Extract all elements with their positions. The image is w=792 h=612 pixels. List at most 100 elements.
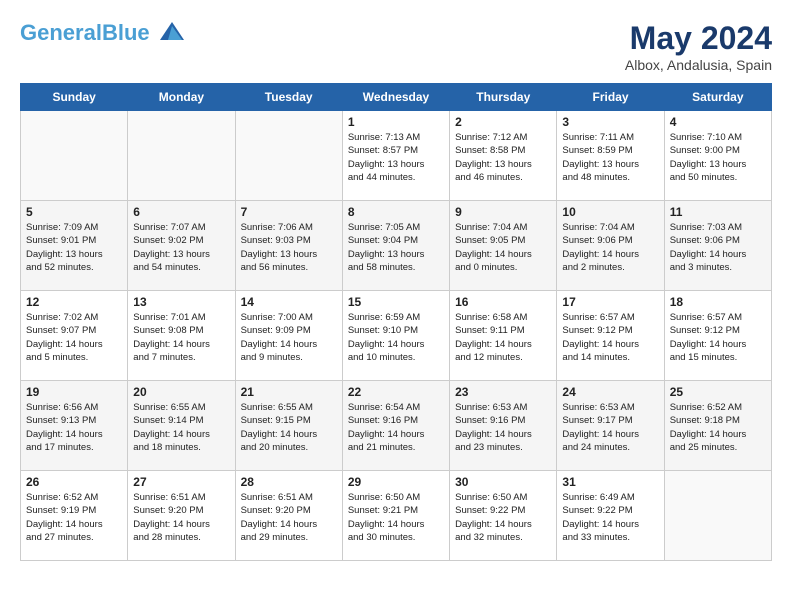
calendar-week-5: 26 Sunrise: 6:52 AMSunset: 9:19 PMDayligh… <box>21 471 772 561</box>
title-block: May 2024 Albox, Andalusia, Spain <box>625 20 772 73</box>
logo-text: GeneralBlue <box>20 20 186 48</box>
calendar-cell: 17 Sunrise: 6:57 AMSunset: 9:12 PMDayligh… <box>557 291 664 381</box>
calendar-cell: 15 Sunrise: 6:59 AMSunset: 9:10 PMDayligh… <box>342 291 449 381</box>
calendar-cell: 11Sunrise: 7:03 AMSunset: 9:06 PMDayligh… <box>664 201 771 291</box>
day-number: 8 <box>348 205 444 219</box>
day-number: 31 <box>562 475 658 489</box>
cell-content: Sunrise: 6:54 AMSunset: 9:16 PMDaylight:… <box>348 401 444 454</box>
calendar-cell: 14 Sunrise: 7:00 AMSunset: 9:09 PMDayligh… <box>235 291 342 381</box>
day-number: 18 <box>670 295 766 309</box>
day-number: 13 <box>133 295 229 309</box>
day-number: 3 <box>562 115 658 129</box>
day-number: 30 <box>455 475 551 489</box>
cell-content: Sunrise: 6:50 AMSunset: 9:22 PMDaylight:… <box>455 491 551 544</box>
calendar-cell: 7 Sunrise: 7:06 AMSunset: 9:03 PMDaylight… <box>235 201 342 291</box>
calendar-cell: 2 Sunrise: 7:12 AMSunset: 8:58 PMDaylight… <box>450 111 557 201</box>
calendar-cell: 12 Sunrise: 7:02 AMSunset: 9:07 PMDayligh… <box>21 291 128 381</box>
calendar-cell: 22 Sunrise: 6:54 AMSunset: 9:16 PMDayligh… <box>342 381 449 471</box>
calendar-header: SundayMondayTuesdayWednesdayThursdayFrid… <box>21 84 772 111</box>
calendar-cell: 31 Sunrise: 6:49 AMSunset: 9:22 PMDayligh… <box>557 471 664 561</box>
calendar-week-3: 12 Sunrise: 7:02 AMSunset: 9:07 PMDayligh… <box>21 291 772 381</box>
cell-content: Sunrise: 7:00 AMSunset: 9:09 PMDaylight:… <box>241 311 337 364</box>
logo-line1: General <box>20 20 102 45</box>
cell-content: Sunrise: 7:12 AMSunset: 8:58 PMDaylight:… <box>455 131 551 184</box>
day-number: 15 <box>348 295 444 309</box>
day-number: 16 <box>455 295 551 309</box>
month-year: May 2024 <box>625 20 772 57</box>
calendar-cell <box>235 111 342 201</box>
day-number: 17 <box>562 295 658 309</box>
cell-content: Sunrise: 6:51 AMSunset: 9:20 PMDaylight:… <box>241 491 337 544</box>
calendar-cell: 30 Sunrise: 6:50 AMSunset: 9:22 PMDayligh… <box>450 471 557 561</box>
cell-content: Sunrise: 6:58 AMSunset: 9:11 PMDaylight:… <box>455 311 551 364</box>
cell-content: Sunrise: 6:52 AMSunset: 9:18 PMDaylight:… <box>670 401 766 454</box>
calendar-cell <box>128 111 235 201</box>
calendar-cell: 3 Sunrise: 7:11 AMSunset: 8:59 PMDaylight… <box>557 111 664 201</box>
cell-content: Sunrise: 6:50 AMSunset: 9:21 PMDaylight:… <box>348 491 444 544</box>
calendar-cell: 8Sunrise: 7:05 AMSunset: 9:04 PMDaylight… <box>342 201 449 291</box>
day-number: 26 <box>26 475 122 489</box>
calendar-cell: 26 Sunrise: 6:52 AMSunset: 9:19 PMDayligh… <box>21 471 128 561</box>
weekday-header-sunday: Sunday <box>21 84 128 111</box>
cell-content: Sunrise: 6:55 AMSunset: 9:14 PMDaylight:… <box>133 401 229 454</box>
calendar-cell: 9Sunrise: 7:04 AMSunset: 9:05 PMDaylight… <box>450 201 557 291</box>
calendar-week-2: 5Sunrise: 7:09 AMSunset: 9:01 PMDaylight… <box>21 201 772 291</box>
cell-content: Sunrise: 6:53 AMSunset: 9:16 PMDaylight:… <box>455 401 551 454</box>
day-number: 7 <box>241 205 337 219</box>
cell-content: Sunrise: 6:59 AMSunset: 9:10 PMDaylight:… <box>348 311 444 364</box>
calendar-cell: 24Sunrise: 6:53 AMSunset: 9:17 PMDayligh… <box>557 381 664 471</box>
day-number: 14 <box>241 295 337 309</box>
logo: GeneralBlue <box>20 20 186 48</box>
weekday-header-thursday: Thursday <box>450 84 557 111</box>
calendar-cell: 13Sunrise: 7:01 AMSunset: 9:08 PMDayligh… <box>128 291 235 381</box>
calendar-week-4: 19Sunrise: 6:56 AMSunset: 9:13 PMDayligh… <box>21 381 772 471</box>
day-number: 2 <box>455 115 551 129</box>
calendar-cell: 21 Sunrise: 6:55 AMSunset: 9:15 PMDayligh… <box>235 381 342 471</box>
day-number: 22 <box>348 385 444 399</box>
day-number: 19 <box>26 385 122 399</box>
page-header: GeneralBlue May 2024 Albox, Andalusia, S… <box>20 20 772 73</box>
weekday-header-saturday: Saturday <box>664 84 771 111</box>
day-number: 1 <box>348 115 444 129</box>
calendar-cell: 28 Sunrise: 6:51 AMSunset: 9:20 PMDayligh… <box>235 471 342 561</box>
calendar-cell: 10 Sunrise: 7:04 AMSunset: 9:06 PMDayligh… <box>557 201 664 291</box>
day-number: 12 <box>26 295 122 309</box>
cell-content: Sunrise: 6:55 AMSunset: 9:15 PMDaylight:… <box>241 401 337 454</box>
cell-content: Sunrise: 6:49 AMSunset: 9:22 PMDaylight:… <box>562 491 658 544</box>
day-number: 27 <box>133 475 229 489</box>
cell-content: Sunrise: 7:10 AMSunset: 9:00 PMDaylight:… <box>670 131 766 184</box>
day-number: 10 <box>562 205 658 219</box>
day-number: 24 <box>562 385 658 399</box>
day-number: 4 <box>670 115 766 129</box>
cell-content: Sunrise: 6:52 AMSunset: 9:19 PMDaylight:… <box>26 491 122 544</box>
cell-content: Sunrise: 6:51 AMSunset: 9:20 PMDaylight:… <box>133 491 229 544</box>
calendar-cell: 27 Sunrise: 6:51 AMSunset: 9:20 PMDayligh… <box>128 471 235 561</box>
cell-content: Sunrise: 7:04 AMSunset: 9:05 PMDaylight:… <box>455 221 551 274</box>
logo-line2: Blue <box>102 20 150 45</box>
calendar-cell: 18 Sunrise: 6:57 AMSunset: 9:12 PMDayligh… <box>664 291 771 381</box>
day-number: 21 <box>241 385 337 399</box>
calendar-cell: 1Sunrise: 7:13 AMSunset: 8:57 PMDaylight… <box>342 111 449 201</box>
cell-content: Sunrise: 6:57 AMSunset: 9:12 PMDaylight:… <box>670 311 766 364</box>
day-number: 20 <box>133 385 229 399</box>
calendar-cell: 16 Sunrise: 6:58 AMSunset: 9:11 PMDayligh… <box>450 291 557 381</box>
weekday-header-monday: Monday <box>128 84 235 111</box>
calendar-cell <box>21 111 128 201</box>
day-number: 5 <box>26 205 122 219</box>
day-number: 11 <box>670 205 766 219</box>
location: Albox, Andalusia, Spain <box>625 57 772 73</box>
cell-content: Sunrise: 7:07 AMSunset: 9:02 PMDaylight:… <box>133 221 229 274</box>
cell-content: Sunrise: 7:11 AMSunset: 8:59 PMDaylight:… <box>562 131 658 184</box>
weekday-header-wednesday: Wednesday <box>342 84 449 111</box>
day-number: 28 <box>241 475 337 489</box>
cell-content: Sunrise: 6:57 AMSunset: 9:12 PMDaylight:… <box>562 311 658 364</box>
cell-content: Sunrise: 7:02 AMSunset: 9:07 PMDaylight:… <box>26 311 122 364</box>
logo-icon <box>158 20 186 48</box>
day-number: 6 <box>133 205 229 219</box>
weekday-header-friday: Friday <box>557 84 664 111</box>
cell-content: Sunrise: 7:04 AMSunset: 9:06 PMDaylight:… <box>562 221 658 274</box>
calendar-cell: 25Sunrise: 6:52 AMSunset: 9:18 PMDayligh… <box>664 381 771 471</box>
cell-content: Sunrise: 7:06 AMSunset: 9:03 PMDaylight:… <box>241 221 337 274</box>
calendar-cell: 29Sunrise: 6:50 AMSunset: 9:21 PMDayligh… <box>342 471 449 561</box>
calendar-cell: 23Sunrise: 6:53 AMSunset: 9:16 PMDayligh… <box>450 381 557 471</box>
